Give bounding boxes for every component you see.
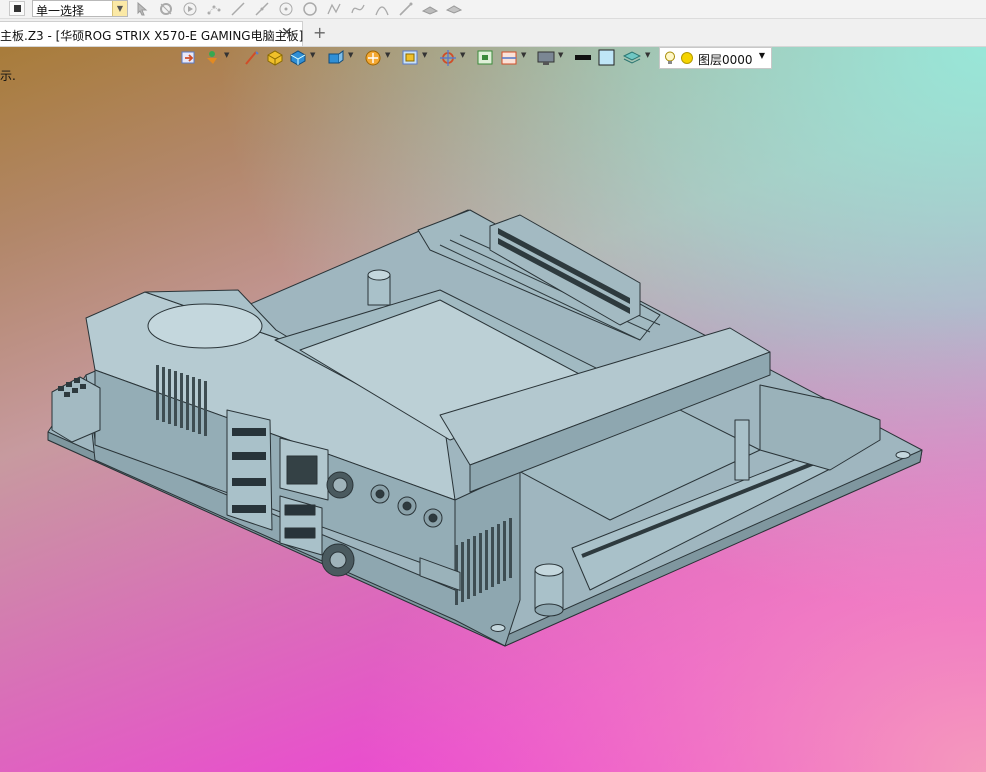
arrow-line-icon[interactable] [254,1,270,17]
line-icon[interactable] [230,1,246,17]
fit-icon[interactable] [476,49,494,66]
chevron-down-icon[interactable]: ▼ [645,51,650,59]
chevron-down-icon[interactable]: ▼ [385,51,390,59]
capacitor [534,563,564,617]
circle-dot-icon[interactable] [278,1,294,17]
layer-name: 图层0000 [698,53,753,67]
layers-icon[interactable] [622,49,642,66]
circle-icon[interactable] [302,1,318,17]
chevron-down-icon[interactable]: ▼ [224,51,229,59]
motherboard-model[interactable] [0,47,986,772]
pen-view-icon[interactable] [243,49,261,66]
filter-icon[interactable] [158,1,174,17]
orbit-icon[interactable] [364,49,382,66]
box-icon[interactable] [266,49,284,66]
polyline-icon[interactable] [326,1,342,17]
arc-icon[interactable] [374,1,390,17]
play-icon[interactable] [182,1,198,17]
chevron-down-icon[interactable]: ▼ [348,51,353,59]
cube-icon[interactable] [289,49,307,66]
document-tab-title: 主板.Z3 - [华硕ROG STRIX X570-E GAMING电脑主板] [0,29,304,43]
chevron-down-icon[interactable]: ▼ [112,1,127,16]
capacitor-top [367,269,391,306]
filter-view-icon[interactable] [203,49,221,66]
layer-visible-icon[interactable] [681,52,693,64]
pointer-icon[interactable] [134,1,150,17]
chevron-down-icon[interactable]: ▼ [558,51,563,59]
selection-mode-select[interactable]: 单一选择 ▼ [32,0,128,18]
tab-document[interactable]: 主板.Z3 - [华硕ROG STRIX X570-E GAMING电脑主板] … [0,21,303,46]
display-icon[interactable] [537,49,555,66]
chevron-down-icon[interactable]: ▼ [460,51,465,59]
selection-mode-value: 单一选择 [36,4,85,18]
status-prompt: 示. [0,69,16,83]
stop-icon [14,5,21,12]
chevron-down-icon[interactable]: ▼ [422,51,427,59]
chevron-down-icon[interactable]: ▼ [521,51,526,59]
top-toolbar: 单一选择 ▼ [0,0,986,19]
chevron-down-icon[interactable]: ▼ [759,51,765,60]
hat-icon[interactable] [421,1,439,17]
pen-icon[interactable] [398,1,414,17]
zoom-icon[interactable] [401,49,419,66]
heatsink-recess [147,303,263,349]
section-icon[interactable] [500,49,518,66]
document-tab-bar: 主板.Z3 - [华硕ROG STRIX X570-E GAMING电脑主板] … [0,19,986,47]
points-icon[interactable] [206,1,222,17]
view-toolbar: ▼ ▼ ▼ ▼ ▼ ▼ ▼ ▼ ▼ [176,46,660,69]
layer-select[interactable]: 图层0000 ▼ [659,47,772,69]
chevron-down-icon[interactable]: ▼ [310,51,315,59]
stop-button[interactable] [9,1,25,16]
refresh-icon[interactable] [180,49,198,66]
add-tab-icon[interactable]: + [313,23,326,42]
hat2-icon[interactable] [445,1,463,17]
pan-icon[interactable] [439,49,457,66]
3d-viewport[interactable]: 示. [0,47,986,772]
color-light-swatch[interactable] [598,49,616,66]
spline-icon[interactable] [350,1,366,17]
close-icon[interactable]: ✕ [281,25,293,41]
lightbulb-icon[interactable] [664,51,676,69]
cube-views-icon[interactable] [327,49,345,66]
color-black-swatch[interactable] [574,49,592,66]
